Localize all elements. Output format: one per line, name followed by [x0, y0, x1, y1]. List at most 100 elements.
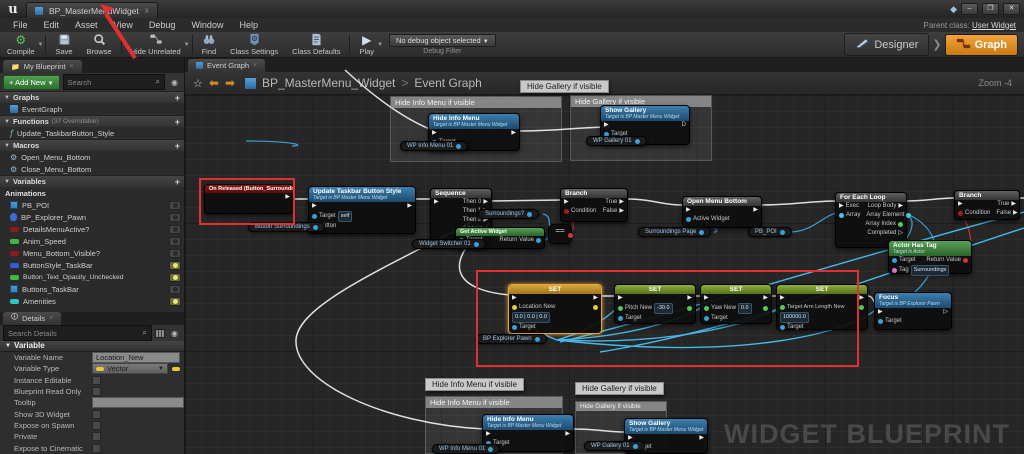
output-pin[interactable] [633, 444, 638, 449]
class-settings-button[interactable]: ⚙ Class Settings [223, 32, 285, 57]
node-set-location-new[interactable]: SET ▶▶ Location New 0.0 | 0.0 | 0.0 Targ… [508, 284, 602, 334]
condition-pin[interactable] [564, 209, 569, 214]
section-variables[interactable]: ▼ Variables + [0, 175, 184, 187]
array-element-pin[interactable] [906, 213, 911, 218]
compile-dropdown-icon[interactable]: ▼ [38, 42, 44, 48]
graph-item-eventgraph[interactable]: EventGraph [0, 103, 184, 115]
node-on-released-event[interactable]: On Released (Button_Surroundings) ▶ [204, 184, 294, 214]
node-equals[interactable]: == [548, 224, 572, 244]
variable-item[interactable]: Anim_Speed [0, 235, 184, 247]
output-pin[interactable] [456, 144, 461, 149]
variable-pill-widget-switcher[interactable]: Widget Switcher 01 [412, 239, 486, 249]
eye-closed-icon[interactable] [169, 249, 181, 258]
arm-length-pin[interactable] [780, 305, 785, 310]
value-input[interactable]: -30.0 [654, 303, 673, 314]
node-set-target-arm-length[interactable]: SET ▶▶ Target Arm Length New 100000.0 Ta… [776, 284, 868, 330]
variable-pill-pb-poi[interactable]: PB_POI [748, 227, 792, 237]
variable-item[interactable]: Menu_Bottom_Visible? [0, 247, 184, 259]
variable-pill-surroundings[interactable]: Surroundings? [478, 209, 539, 219]
function-item[interactable]: f Update_TaskbarButton_Style [0, 127, 184, 139]
node-focus[interactable]: FocusTarget is BP Explorer Pawn ▶▷ Targe… [874, 292, 952, 330]
breadcrumb-leaf[interactable]: Event Graph [414, 76, 481, 90]
visibility-filter-icon[interactable]: ◉ [168, 78, 181, 87]
node-set-yaw-new[interactable]: SET ▶▶ Yaw New0.0 Target [700, 284, 772, 324]
return-pin[interactable] [963, 258, 968, 263]
my-blueprint-search-input[interactable]: Search ⌕ [63, 74, 165, 90]
output-pin[interactable] [313, 225, 318, 230]
result-pin[interactable] [568, 233, 573, 238]
private-checkbox[interactable] [92, 432, 101, 441]
asset-tab-close-icon[interactable]: x [145, 6, 149, 15]
variable-name-input[interactable]: Location_New [92, 352, 180, 363]
menu-asset[interactable]: Asset [68, 20, 105, 30]
vector-value-input[interactable]: 0.0 | 0.0 | 0.0 [512, 312, 550, 323]
add-function-icon[interactable]: + [175, 117, 180, 127]
add-variable-icon[interactable]: + [175, 177, 180, 187]
event-graph-tab-close-icon[interactable]: × [253, 62, 257, 69]
variable-pill-surroundings-page[interactable]: Surroundings Page [638, 227, 711, 237]
add-graph-icon[interactable]: + [175, 93, 180, 103]
active-widget-pin[interactable] [686, 217, 691, 222]
blueprint-read-only-checkbox[interactable] [92, 387, 101, 396]
eye-closed-icon[interactable] [169, 285, 181, 294]
eye-open-icon[interactable] [169, 297, 181, 306]
nav-forward-icon[interactable]: ➡ [225, 76, 235, 90]
output-pin[interactable] [780, 230, 785, 235]
designer-mode-button[interactable]: Designer [844, 33, 929, 56]
eye-open-icon[interactable] [169, 273, 181, 282]
output-pin[interactable] [593, 305, 598, 310]
array-index-pin[interactable] [898, 222, 903, 227]
variable-pill-wp-gallery[interactable]: WP Gallery 01 [586, 136, 647, 146]
menu-file[interactable]: File [6, 20, 35, 30]
variable-category[interactable]: Animations [0, 187, 184, 199]
menu-help[interactable]: Help [232, 20, 265, 30]
target-pin[interactable] [704, 316, 709, 321]
target-pin[interactable] [512, 325, 517, 330]
instance-editable-checkbox[interactable] [92, 376, 101, 385]
variable-item[interactable]: ButtonStyle_TaskBar [0, 259, 184, 271]
tab-details[interactable]: 🛈 Details × [3, 312, 61, 325]
node-open-menu-bottom[interactable]: Open Menu Bottom ▶▶ Active Widget [682, 196, 762, 228]
variable-item[interactable]: Amenities [0, 295, 184, 307]
hide-unrelated-button[interactable]: Hide Unrelated [124, 32, 188, 57]
details-section-variable[interactable]: ▼ Variable [0, 341, 184, 352]
pitch-pin[interactable] [618, 306, 623, 311]
value-input[interactable]: 0.0 [738, 303, 752, 314]
variable-item[interactable]: PB_POI [0, 199, 184, 211]
variable-pill-wp-gallery[interactable]: WP Gallery 01 [584, 441, 645, 451]
section-macros[interactable]: ▼ Macros + [0, 139, 184, 151]
node-branch-1[interactable]: Branch ▶True▶ ConditionFalse▶ [560, 188, 628, 222]
save-button[interactable]: Save [48, 32, 79, 57]
macro-item[interactable]: ⚙ Open_Menu_Bottom [0, 151, 184, 163]
node-branch-2[interactable]: Branch ▶True▶ ConditionFalse▶ [954, 190, 1020, 220]
target-pin[interactable] [780, 325, 785, 330]
condition-pin[interactable] [958, 211, 963, 216]
output-pin[interactable] [699, 230, 704, 235]
section-functions[interactable]: ▼ Functions (37 Overridable) + [0, 115, 184, 127]
details-search-input[interactable]: Search Details ⌕ [3, 325, 152, 341]
output-pin[interactable] [488, 447, 493, 452]
expose-on-spawn-checkbox[interactable] [92, 421, 101, 430]
target-pin[interactable] [892, 258, 897, 263]
show-3d-widget-checkbox[interactable] [92, 410, 101, 419]
asset-tab[interactable]: BP_MasterMenuWidget x [26, 2, 158, 18]
variable-item[interactable]: BP_Explorer_Pawn [0, 211, 184, 223]
target-pin[interactable] [878, 319, 883, 324]
play-dropdown-icon[interactable]: ▼ [377, 42, 383, 48]
variable-pill-button-surroundings[interactable]: Button Surroundings [248, 222, 325, 232]
variable-type-dropdown[interactable]: Vector ▼ [92, 363, 168, 374]
output-pin[interactable] [687, 306, 692, 311]
array-pin[interactable] [839, 213, 844, 218]
close-button[interactable]: ✕ [1003, 3, 1020, 15]
eye-open-icon[interactable] [169, 261, 181, 270]
parent-class-link[interactable]: User Widget [972, 21, 1016, 30]
node-set-pitch-new[interactable]: SET ▶▶ Pitch New-30.0 Target [614, 284, 696, 324]
eye-closed-icon[interactable] [169, 213, 181, 222]
output-pin[interactable] [763, 306, 768, 311]
favorite-star-icon[interactable]: ☆ [193, 77, 203, 90]
add-macro-icon[interactable]: + [175, 141, 180, 151]
output-pin[interactable] [527, 212, 532, 217]
nav-back-icon[interactable]: ⬅ [209, 76, 219, 90]
my-blueprint-tab-close-icon[interactable]: × [69, 63, 73, 70]
eye-closed-icon[interactable] [169, 225, 181, 234]
